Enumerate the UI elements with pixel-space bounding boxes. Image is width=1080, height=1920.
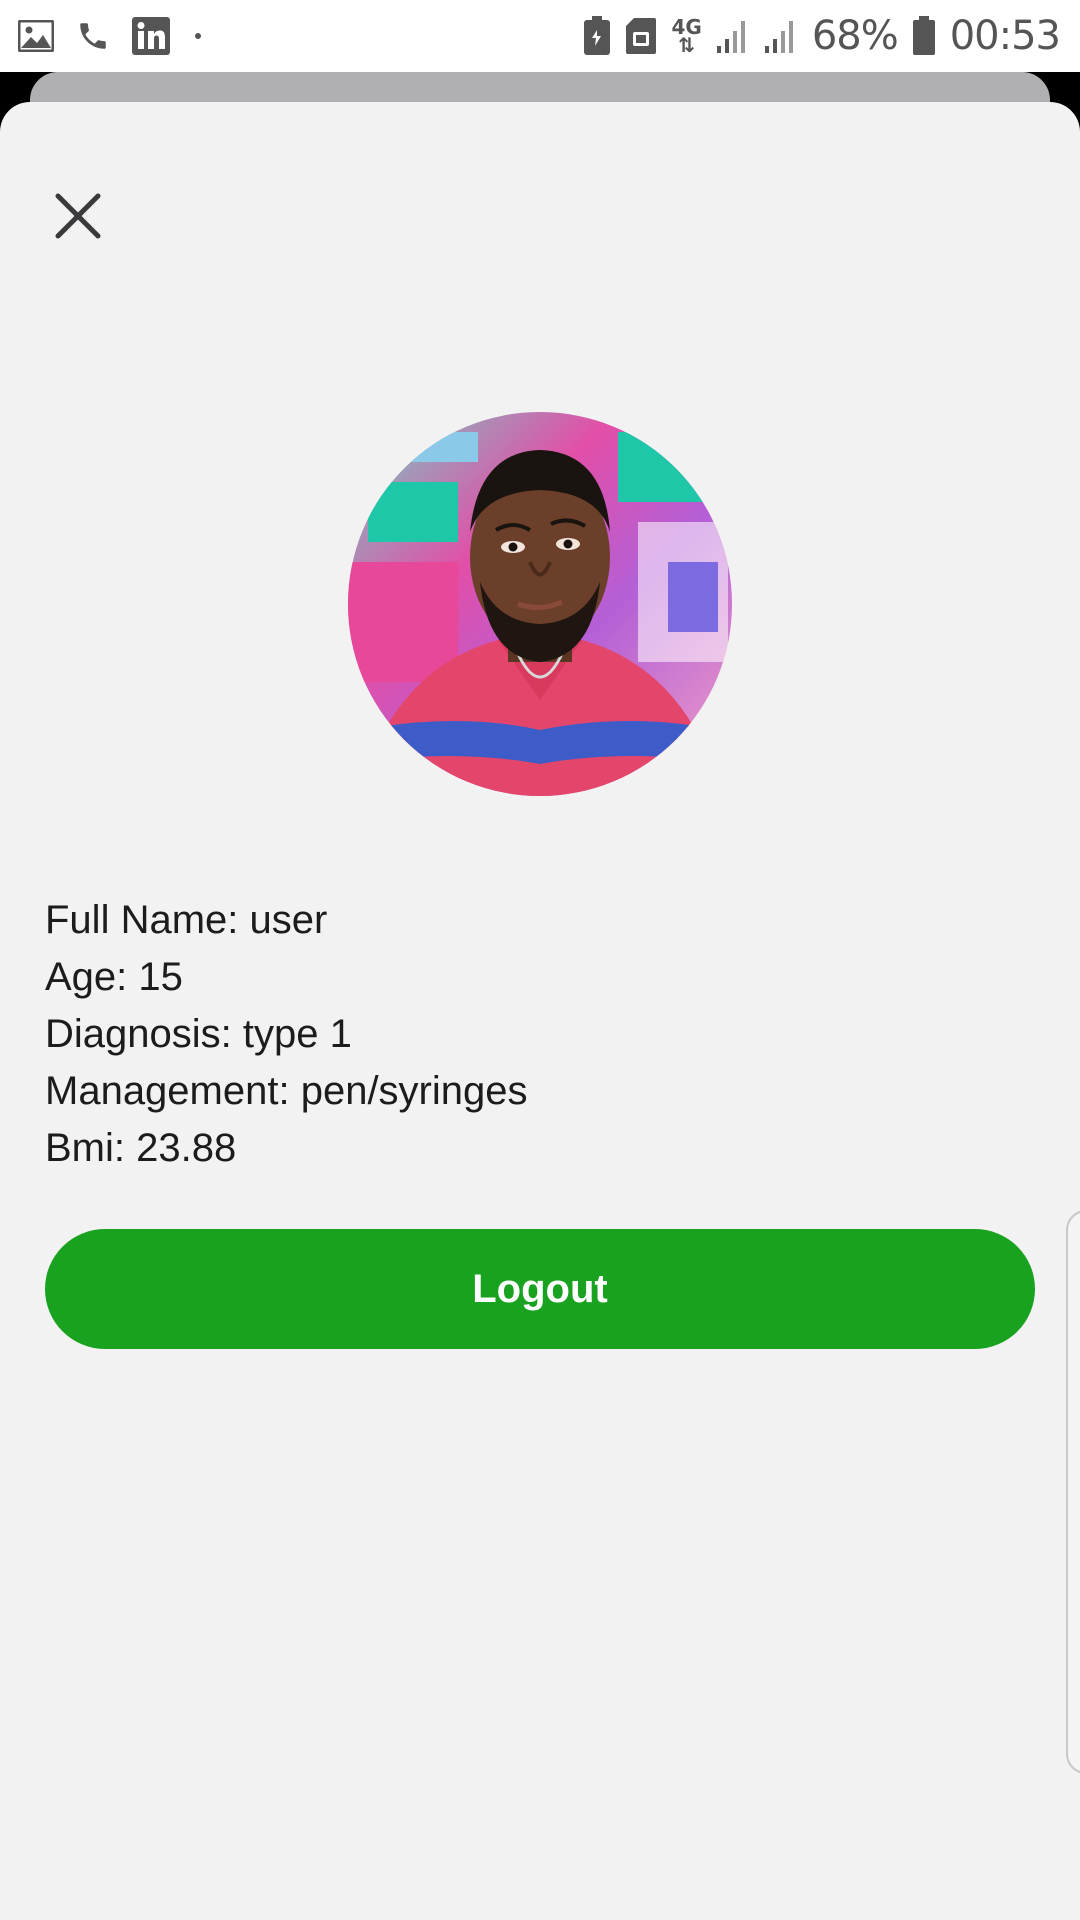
profile-details: Full Name: user Age: 15 Diagnosis: type … (45, 892, 1025, 1177)
battery-percent: 68% (811, 13, 899, 59)
status-bar-system: 4G ⇅ 68% 00:53 (583, 0, 1061, 72)
logout-button[interactable]: Logout (45, 1229, 1035, 1349)
app-screen: 4G ⇅ 68% 00:53 Full Name: user Age: 15 D… (0, 0, 1080, 1920)
diagnosis-text: Diagnosis: type 1 (45, 1012, 352, 1056)
close-button[interactable] (44, 182, 112, 250)
management-text: Management: pen/syringes (45, 1069, 528, 1113)
status-bar-notifications (18, 0, 204, 72)
battery-icon (912, 16, 936, 56)
bmi-text: Bmi: 23.88 (45, 1126, 237, 1170)
linkedin-icon (132, 17, 170, 55)
status-bar: 4G ⇅ 68% 00:53 (0, 0, 1080, 72)
avatar (348, 412, 732, 796)
dot-icon (192, 30, 204, 42)
battery-saver-icon (583, 16, 611, 56)
clock-time: 00:53 (949, 13, 1061, 59)
data-4g-icon: 4G ⇅ (671, 17, 701, 55)
close-icon (55, 193, 101, 239)
full-name-text: Full Name: user (45, 898, 328, 942)
sim-card-icon (625, 17, 657, 55)
age-text: Age: 15 (45, 955, 183, 999)
gallery-icon (18, 20, 54, 52)
signal-icon (764, 18, 798, 54)
phone-icon (76, 19, 110, 53)
profile-modal-sheet: Full Name: user Age: 15 Diagnosis: type … (0, 102, 1080, 1920)
edge-panel-handle[interactable] (1066, 1210, 1080, 1774)
signal-icon (716, 18, 750, 54)
